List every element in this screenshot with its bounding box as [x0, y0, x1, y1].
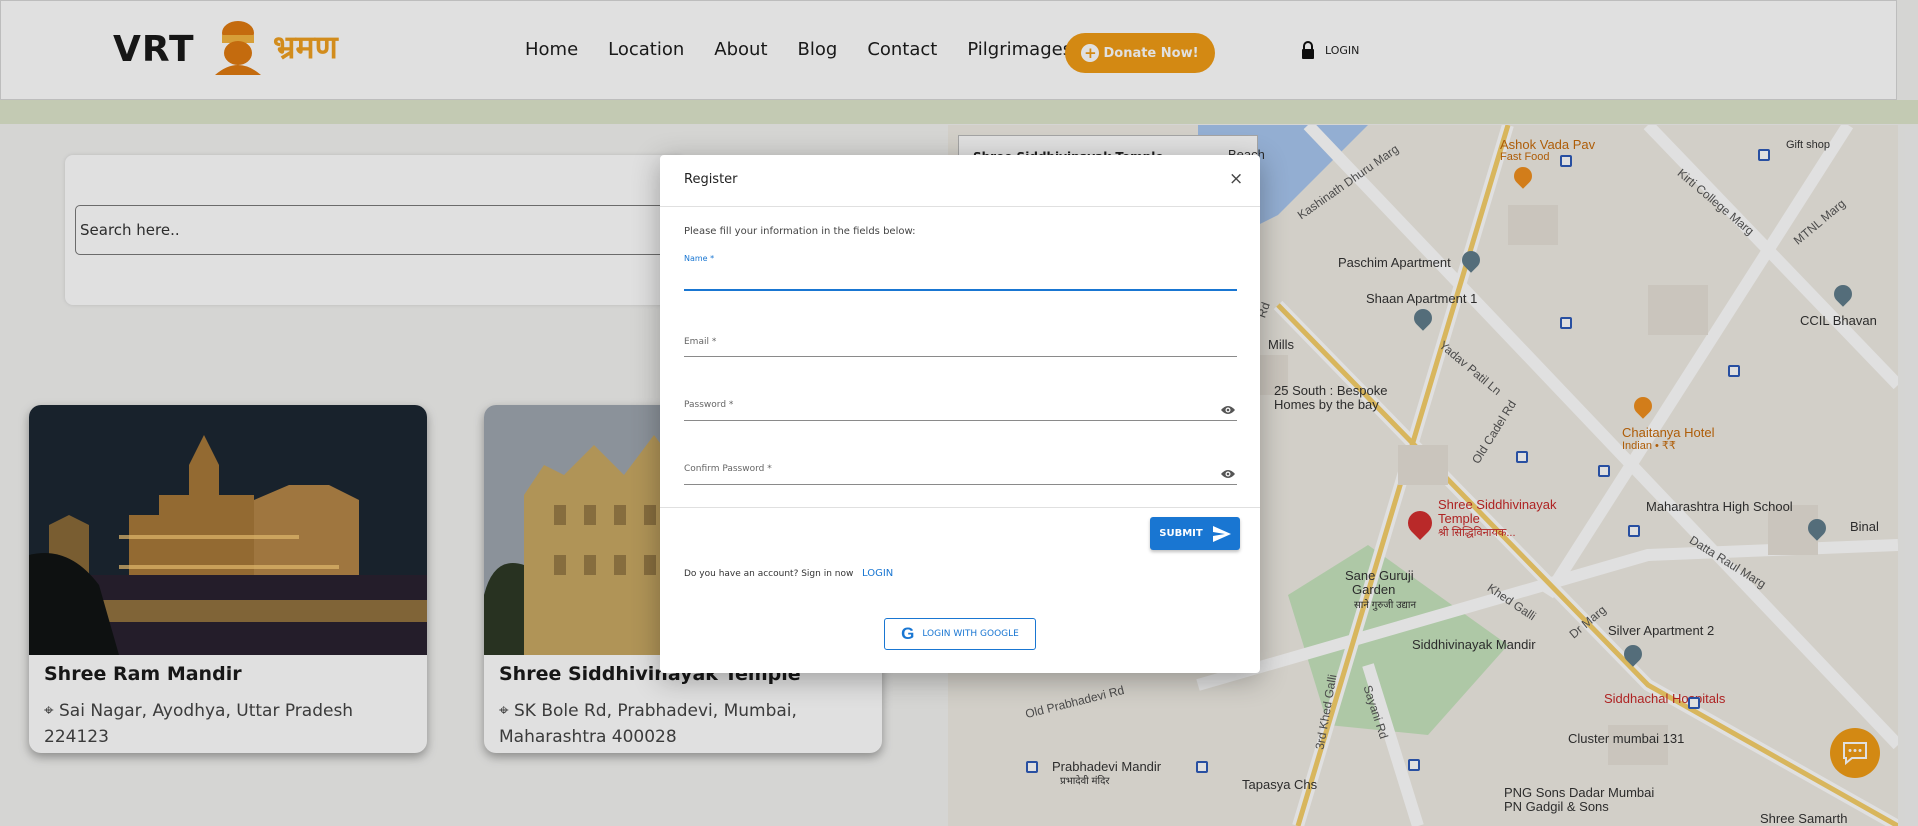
password-field[interactable]: Password * [684, 400, 1237, 426]
name-input[interactable] [684, 266, 1204, 286]
form-intro: Please fill your information in the fiel… [684, 226, 916, 237]
close-icon[interactable]: × [1229, 169, 1243, 189]
login-link[interactable]: LOGIN [862, 568, 893, 579]
name-field[interactable]: Name * [684, 254, 1237, 294]
google-login-button[interactable]: G LOGIN WITH GOOGLE [884, 618, 1036, 650]
email-underline [684, 356, 1237, 357]
name-label: Name * [684, 254, 715, 263]
register-dialog: Register × Please fill your information … [660, 155, 1260, 673]
account-prompt: Do you have an account? Sign in now [684, 569, 854, 579]
google-login-label: LOGIN WITH GOOGLE [922, 629, 1019, 639]
email-field[interactable]: Email * [684, 337, 1237, 363]
confirm-password-field[interactable]: Confirm Password * [684, 464, 1237, 490]
confirm-password-underline [684, 484, 1237, 485]
submit-label: SUBMIT [1159, 528, 1203, 539]
eye-icon[interactable] [1220, 404, 1236, 416]
google-icon: G [901, 624, 915, 643]
send-icon [1212, 525, 1231, 542]
dialog-title: Register [684, 172, 738, 187]
eye-icon[interactable] [1220, 468, 1236, 480]
password-underline [684, 420, 1237, 421]
name-underline [684, 289, 1237, 291]
password-input[interactable] [684, 400, 1204, 420]
dialog-divider [660, 507, 1260, 508]
submit-button[interactable]: SUBMIT [1150, 517, 1240, 550]
confirm-password-input[interactable] [684, 464, 1204, 484]
email-input[interactable] [684, 337, 1204, 357]
dialog-header: Register × [660, 155, 1260, 207]
